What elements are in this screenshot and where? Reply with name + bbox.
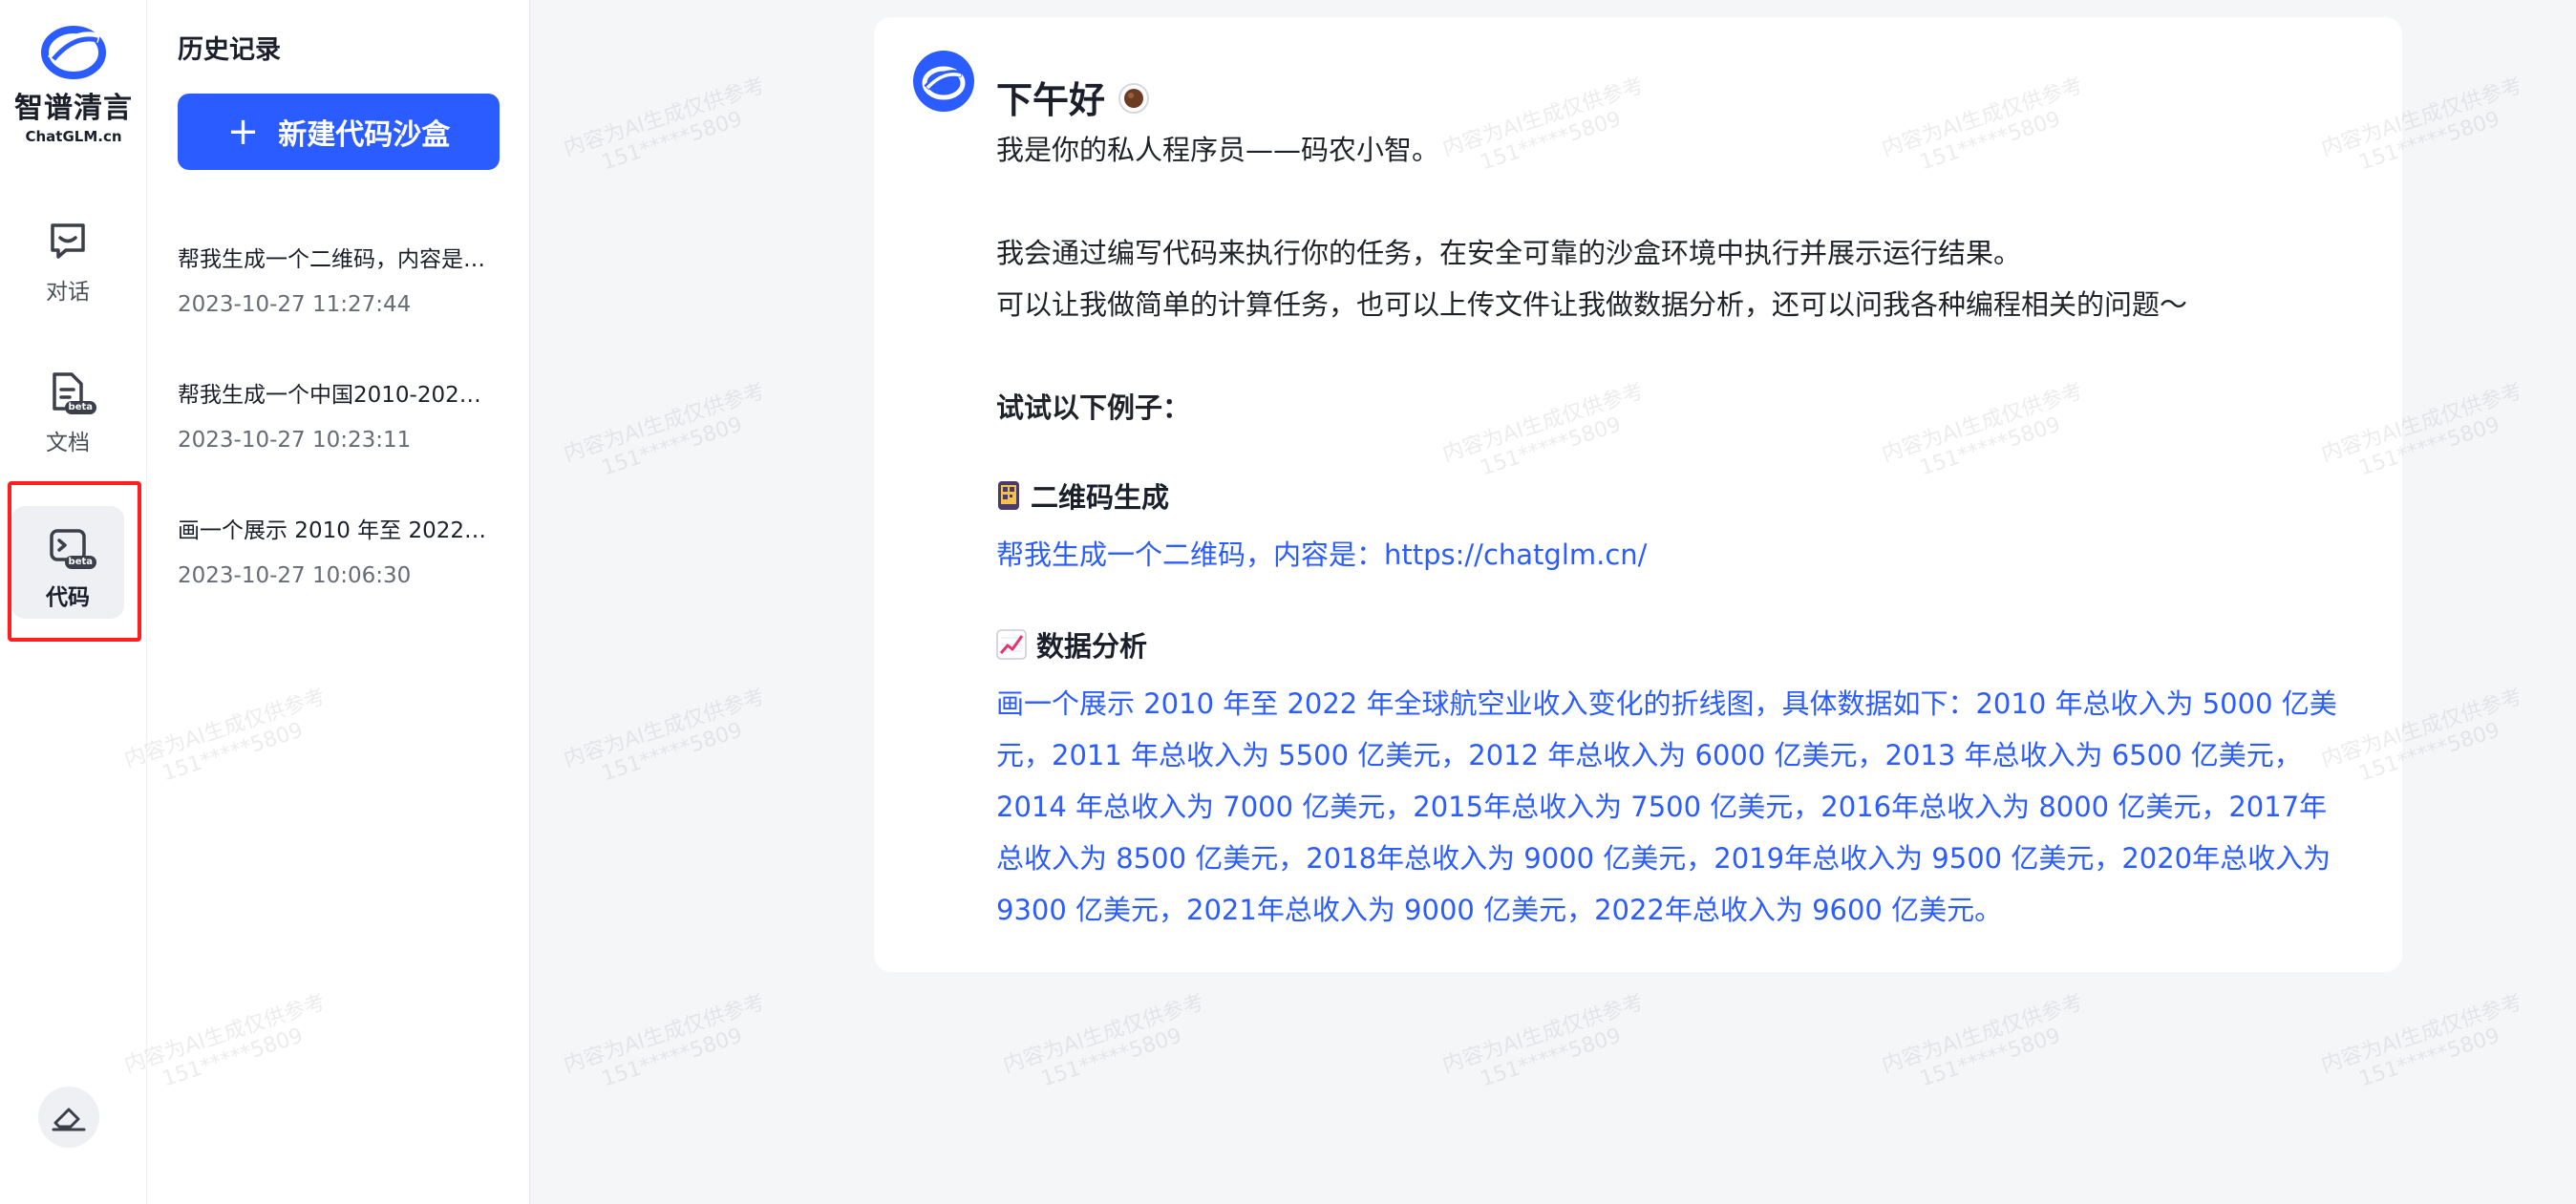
watermark: 内容为AI生成仅供参考151*****5809 (561, 685, 768, 787)
plus-icon: + (226, 110, 260, 154)
watermark: 内容为AI生成仅供参考151*****5809 (561, 379, 768, 481)
new-sandbox-label: 新建代码沙盒 (278, 118, 451, 152)
intro-text: 我是你的私人程序员——码农小智。 (996, 134, 1440, 166)
history-item[interactable]: 画一个展示 2010 年至 2022 年全球航空业收入变化的折线图 2023-1… (178, 512, 502, 588)
welcome-card: 下午好 我是你的私人程序员——码农小智。 我会通过编写代码来执行你的任务，在安全… (874, 17, 2402, 972)
rail-item-chat[interactable]: 对话 (11, 201, 124, 313)
chatglm-avatar-icon (913, 51, 974, 112)
assistant-avatar (912, 50, 975, 116)
description-line-1: 我会通过编写代码来执行你的任务，在安全可靠的沙盒环境中执行并展示运行结果。 (996, 237, 2022, 269)
rail-item-label: 对话 (46, 280, 90, 305)
new-sandbox-button[interactable]: + 新建代码沙盒 (178, 94, 500, 170)
nav-rail: 智谱清言 ChatGLM.cn 对话 beta 文档 beta 代码 (0, 0, 147, 1204)
examples-title: 试试以下例子： (996, 391, 1191, 424)
history-item-title: 画一个展示 2010 年至 2022 年全球航空业收入变化的折线图 (178, 518, 493, 543)
history-item-time: 2023-10-27 10:23:11 (178, 428, 412, 453)
example-title: 二维码生成 (1031, 481, 1170, 514)
watermark: 内容为AI生成仅供参考151*****5809 (2318, 990, 2525, 1092)
history-item-time: 2023-10-27 11:27:44 (178, 292, 412, 317)
rail-item-document[interactable]: beta 文档 (11, 351, 124, 464)
watermark: 内容为AI生成仅供参考151*****5809 (1439, 990, 1647, 1092)
watermark: 内容为AI生成仅供参考151*****5809 (561, 74, 768, 176)
greeting-text: 下午好 (996, 79, 1106, 121)
example-prompt-data[interactable]: 画一个展示 2010 年至 2022 年全球航空业收入变化的折线图，具体数据如下… (996, 678, 2352, 936)
greeting-heading: 下午好 (996, 71, 1153, 123)
clear-button[interactable] (38, 1087, 99, 1148)
rail-item-label: 文档 (46, 431, 90, 455)
watermark: 内容为AI生成仅供参考151*****5809 (1000, 990, 1207, 1092)
description-line-2: 可以让我做简单的计算任务，也可以上传文件让我做数据分析，还可以问我各种编程相关的… (996, 288, 2188, 321)
coffee-cup-icon (1118, 82, 1150, 114)
watermark: 内容为AI生成仅供参考151*****5809 (1879, 990, 2086, 1092)
example-heading-data: 数据分析 (996, 624, 1147, 665)
beta-badge: beta (64, 401, 96, 414)
chatglm-logo-icon (41, 26, 106, 79)
history-item-time: 2023-10-27 10:06:30 (178, 563, 412, 588)
example-title: 数据分析 (1036, 630, 1148, 663)
watermark: 内容为AI生成仅供参考151*****5809 (561, 990, 768, 1092)
chart-increasing-icon (996, 629, 1027, 660)
history-item[interactable]: 帮我生成一个二维码，内容是：https://chatglm.cn/ 2023-1… (178, 241, 502, 317)
example-heading-qr: 二维码生成 (996, 475, 1169, 516)
chat-bubble-icon (51, 223, 85, 259)
brand-domain: ChatGLM.cn (25, 128, 122, 145)
history-item[interactable]: 帮我生成一个中国2010-2022年GDP变化的折线图 2023-10-27 1… (178, 376, 502, 453)
history-item-title: 帮我生成一个中国2010-2022年GDP变化的折线图 (178, 383, 493, 408)
history-item-title: 帮我生成一个二维码，内容是：https://chatglm.cn/ (178, 247, 493, 272)
brand-name: 智谱清言 (14, 92, 133, 125)
example-prompt-qr[interactable]: 帮我生成一个二维码，内容是：https://chatglm.cn/ (996, 529, 2352, 581)
qr-phone-icon (998, 481, 1019, 510)
history-title: 历史记录 (178, 35, 281, 65)
eraser-icon (52, 1108, 86, 1131)
history-panel: 历史记录 + 新建代码沙盒 帮我生成一个二维码，内容是：https://chat… (147, 0, 530, 1204)
selection-highlight-box (8, 481, 141, 642)
brand-logo[interactable]: 智谱清言 ChatGLM.cn (0, 21, 147, 145)
